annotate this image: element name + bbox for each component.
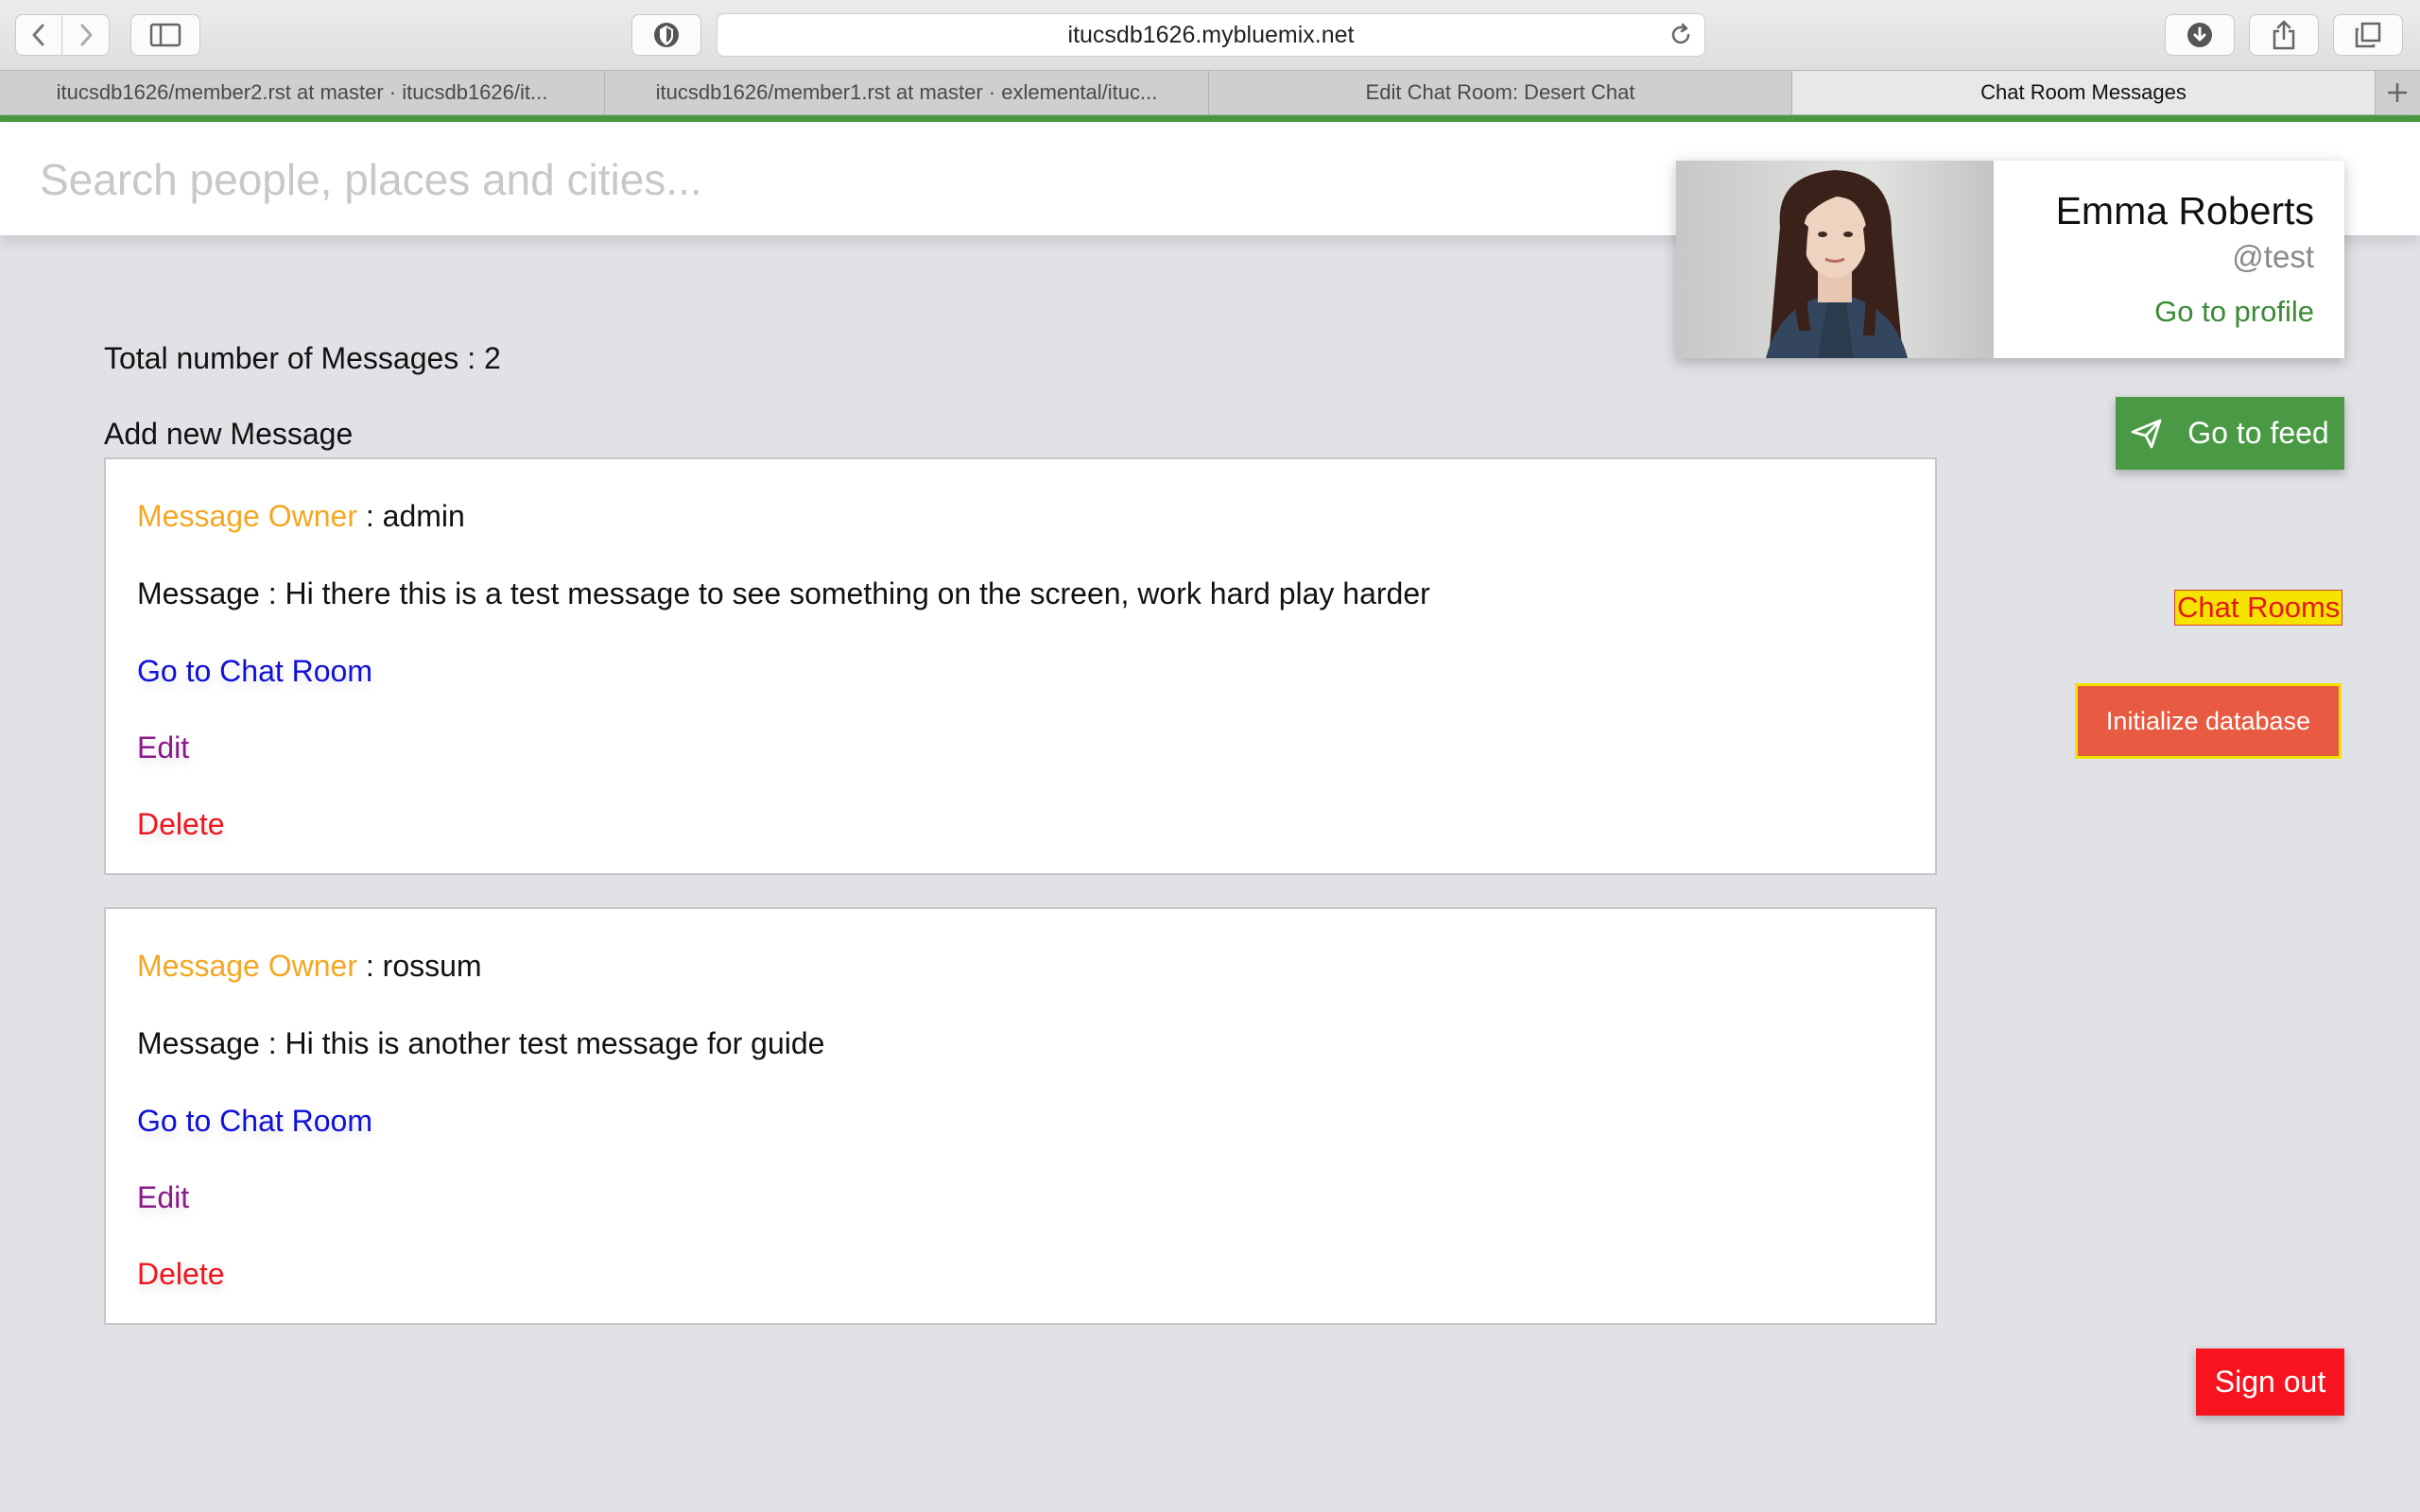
tab-member1[interactable]: itucsdb1626/member1.rst at master · exle…: [605, 71, 1209, 114]
accent-line: [0, 115, 2420, 122]
privacy-icon: [654, 23, 679, 47]
message-card: Message Owner : admin Message : Hi there…: [104, 457, 1937, 875]
url-text: itucsdb1626.mybluemix.net: [1067, 21, 1355, 48]
total-messages: Total number of Messages : 2: [104, 341, 501, 375]
delete-link[interactable]: Delete: [137, 1257, 225, 1292]
profile-handle: @test: [2232, 239, 2314, 274]
reload-icon[interactable]: [1668, 23, 1693, 47]
tab-label: itucsdb1626/member1.rst at master · exle…: [655, 80, 1158, 104]
tab-bar: itucsdb1626/member2.rst at master · ituc…: [0, 70, 2420, 115]
tab-label: itucsdb1626/member2.rst at master · ituc…: [56, 80, 548, 104]
message-card: Message Owner : rossum Message : Hi this…: [104, 907, 1937, 1325]
message-text: Message : Hi there this is a test messag…: [137, 576, 1430, 610]
forward-icon: [80, 24, 92, 46]
message-owner-value: : rossum: [365, 949, 482, 983]
browser-toolbar: itucsdb1626.mybluemix.net: [0, 0, 2420, 70]
share-icon: [2273, 20, 2295, 50]
tabs-overview-icon: [2355, 22, 2381, 48]
tabs-overview-button[interactable]: [2333, 14, 2403, 56]
sign-out-button[interactable]: Sign out: [2196, 1349, 2344, 1416]
delete-link[interactable]: Delete: [137, 807, 225, 842]
edit-link[interactable]: Edit: [137, 1180, 189, 1215]
go-to-profile-link[interactable]: Go to profile: [2154, 295, 2314, 329]
sidebar-icon: [149, 23, 182, 47]
profile-name: Emma Roberts: [2055, 189, 2314, 232]
tab-member2[interactable]: itucsdb1626/member2.rst at master · ituc…: [0, 71, 605, 114]
edit-link[interactable]: Edit: [137, 730, 189, 765]
message-owner-label: Message Owner: [137, 499, 357, 533]
profile-card: Emma Roberts @test Go to profile: [1676, 161, 2344, 358]
go-to-chat-room-link[interactable]: Go to Chat Room: [137, 654, 372, 689]
go-to-chat-room-link[interactable]: Go to Chat Room: [137, 1104, 372, 1139]
paper-plane-icon: [2131, 419, 2162, 448]
go-to-feed-button[interactable]: Go to feed: [2116, 397, 2344, 470]
add-new-message-link[interactable]: Add new Message: [104, 417, 353, 452]
new-tab-button[interactable]: [2375, 71, 2420, 114]
chat-rooms-link[interactable]: Chat Rooms: [2174, 590, 2343, 626]
sidebar-button[interactable]: [130, 14, 200, 56]
avatar: [1676, 161, 1994, 358]
address-bar[interactable]: itucsdb1626.mybluemix.net: [717, 13, 1705, 57]
download-button[interactable]: [2165, 14, 2235, 56]
share-button[interactable]: [2249, 14, 2319, 56]
back-icon: [32, 24, 44, 46]
new-tab-icon: [2388, 83, 2407, 102]
tab-chat-room-messages[interactable]: Chat Room Messages: [1792, 71, 2376, 114]
tab-label: Edit Chat Room: Desert Chat: [1365, 80, 1635, 104]
message-owner-value: : admin: [365, 499, 465, 533]
message-text: Message : Hi this is another test messag…: [137, 1026, 825, 1060]
message-owner-line: Message Owner : admin: [137, 499, 465, 534]
download-icon: [2187, 23, 2212, 47]
message-owner-label: Message Owner: [137, 949, 357, 983]
back-button[interactable]: [15, 14, 62, 56]
privacy-button[interactable]: [631, 14, 701, 56]
initialize-database-button[interactable]: Initialize database: [2075, 683, 2342, 759]
go-to-feed-label: Go to feed: [2187, 416, 2329, 450]
search-input[interactable]: [38, 150, 1649, 209]
tab-edit-chat-room[interactable]: Edit Chat Room: Desert Chat: [1209, 71, 1792, 114]
tab-label: Chat Room Messages: [1980, 80, 2187, 104]
forward-button[interactable]: [62, 14, 110, 56]
message-owner-line: Message Owner : rossum: [137, 949, 482, 984]
